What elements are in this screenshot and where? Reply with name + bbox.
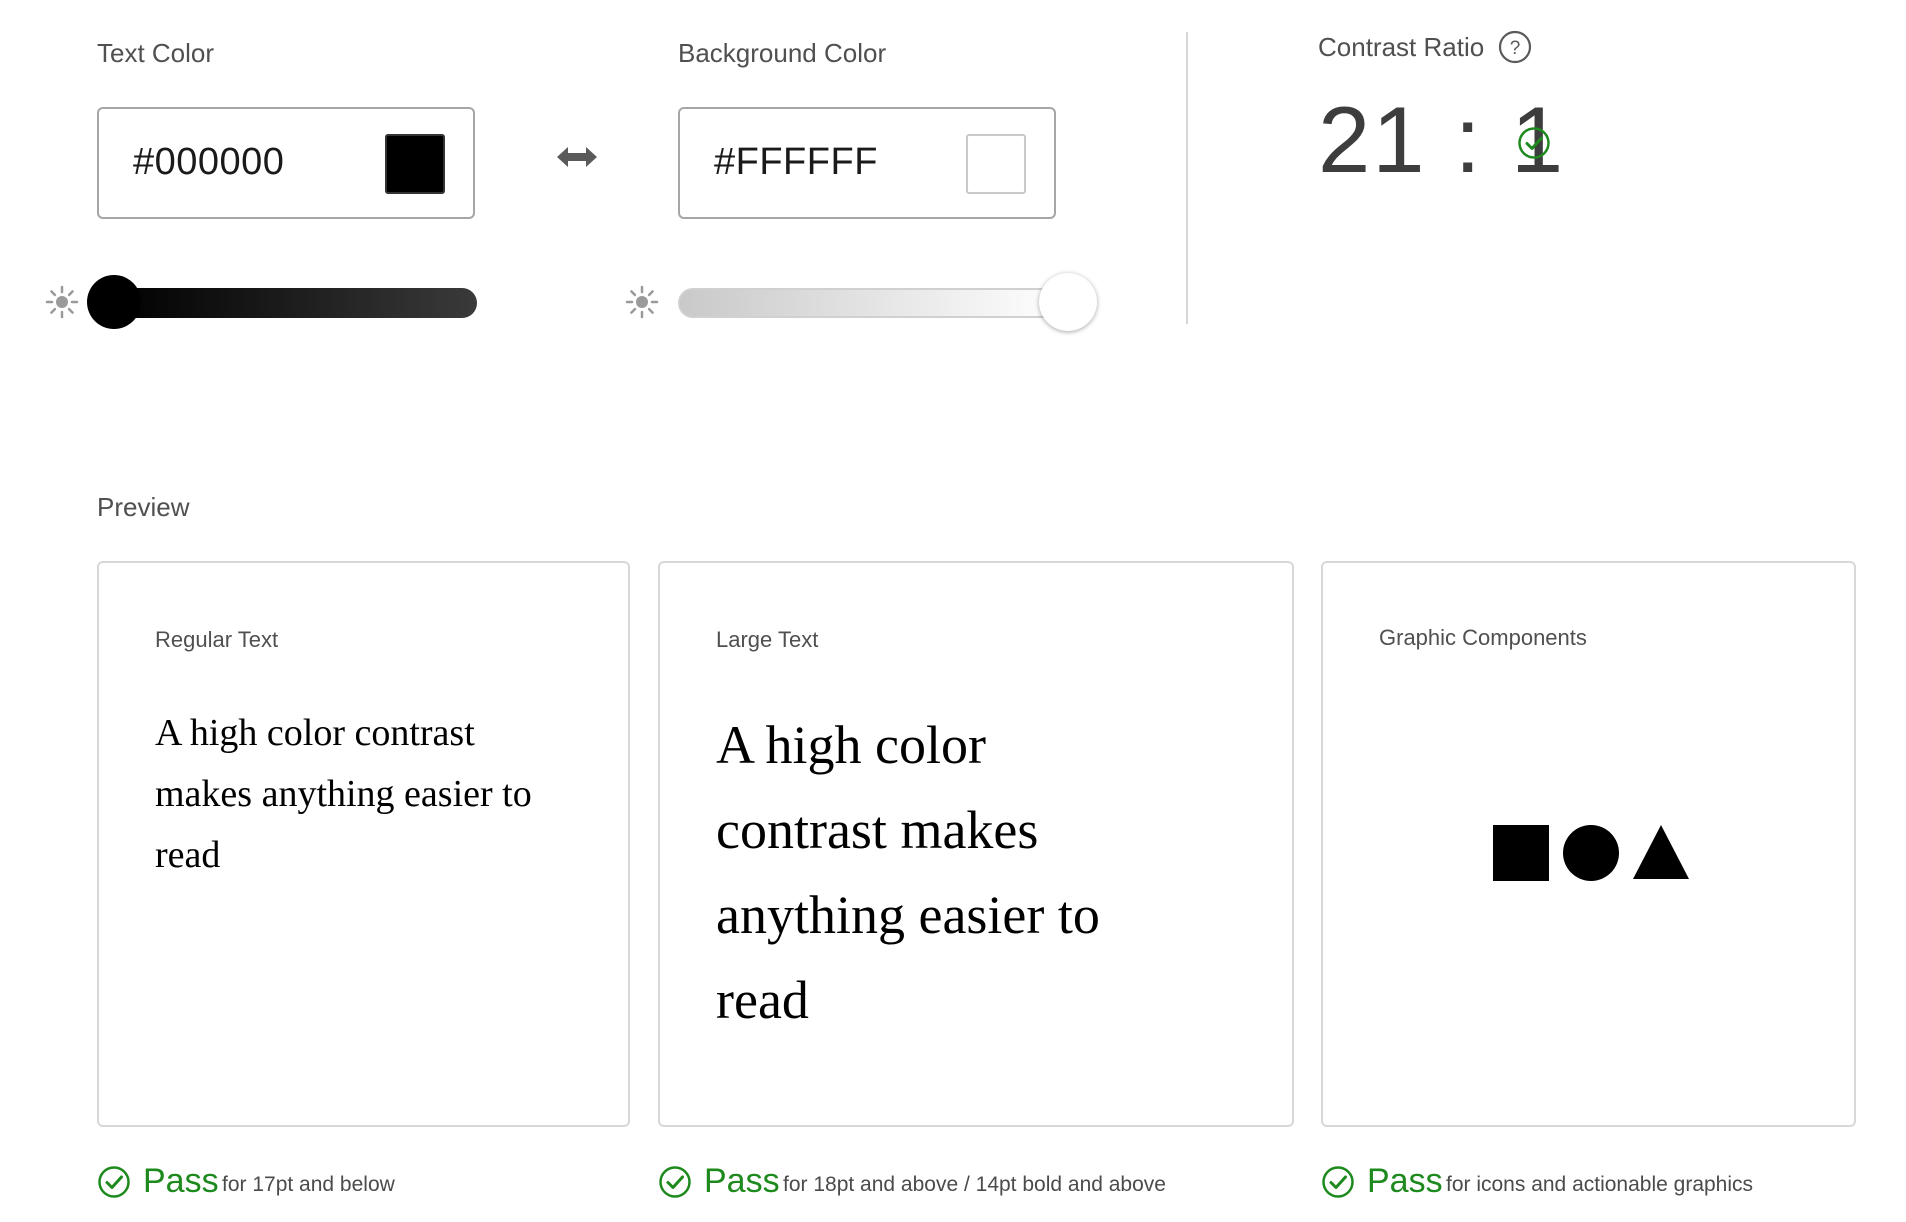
background-color-swatch[interactable] — [966, 134, 1026, 194]
regular-text-sample: A high color contrast makes anything eas… — [155, 712, 532, 876]
vertical-divider — [1186, 32, 1188, 324]
card-title: Large Text — [716, 627, 819, 652]
regular-text-card: Regular Text A high color contrast makes… — [97, 561, 630, 1127]
pass-status: Pass — [143, 1162, 219, 1200]
large-text-result: Pass for 18pt and above / 14pt bold and … — [658, 1162, 1278, 1206]
brightness-icon — [45, 285, 79, 319]
pass-status: Pass — [704, 1162, 780, 1200]
circle-shape — [1563, 825, 1619, 881]
graphic-components-card: Graphic Components — [1321, 561, 1856, 1127]
pass-description: for 18pt and above / 14pt bold and above — [783, 1173, 1166, 1196]
background-color-hex[interactable]: #FFFFFF — [714, 141, 878, 184]
triangle-shape — [1633, 825, 1689, 879]
background-color-field[interactable]: #FFFFFF — [678, 107, 1056, 219]
large-text-card: Large Text A high color contrast makes a… — [658, 561, 1294, 1127]
swap-arrows-icon[interactable] — [555, 143, 599, 171]
check-circle-icon — [659, 1166, 691, 1198]
text-color-field[interactable]: #000000 — [97, 107, 475, 219]
card-title: Regular Text — [155, 627, 279, 652]
graphic-components-result: Pass for icons and actionable graphics — [1321, 1162, 1861, 1206]
check-circle-icon — [1518, 127, 1550, 159]
text-brightness-slider-thumb[interactable] — [87, 275, 141, 329]
brightness-icon — [625, 285, 659, 319]
background-brightness-slider-track[interactable] — [678, 288, 1068, 318]
text-color-hex[interactable]: #000000 — [133, 141, 284, 184]
contrast-ratio-label: Contrast Ratio — [1318, 32, 1485, 62]
preview-label: Preview — [97, 492, 190, 522]
pass-description: for icons and actionable graphics — [1446, 1173, 1754, 1196]
regular-text-result: Pass for 17pt and below — [97, 1162, 597, 1206]
help-icon[interactable]: ? — [1498, 30, 1532, 64]
check-circle-icon — [1322, 1166, 1354, 1198]
text-color-label: Text Color — [97, 38, 215, 68]
pass-description: for 17pt and below — [222, 1173, 395, 1196]
text-color-swatch[interactable] — [385, 134, 445, 194]
text-brightness-slider-track[interactable] — [111, 288, 477, 318]
pass-status: Pass — [1367, 1162, 1443, 1200]
check-circle-icon — [98, 1166, 130, 1198]
card-title: Graphic Components — [1379, 625, 1587, 650]
svg-text:?: ? — [1510, 38, 1521, 59]
background-color-label: Background Color — [678, 38, 887, 68]
square-shape — [1493, 825, 1549, 881]
background-brightness-slider-thumb[interactable] — [1039, 273, 1097, 331]
large-text-sample: A high color contrast makes anything eas… — [716, 715, 1100, 1030]
